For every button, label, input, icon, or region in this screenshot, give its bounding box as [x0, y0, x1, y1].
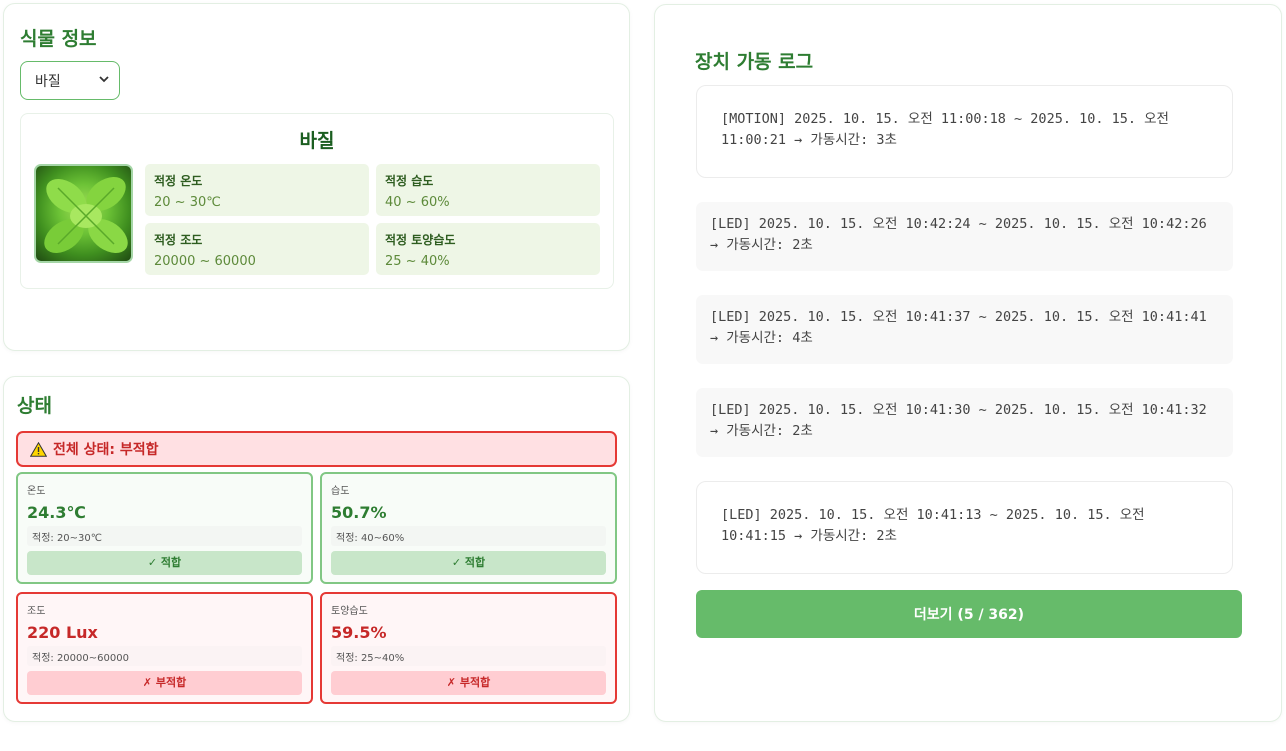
range-value: 20 ~ 30℃ [154, 195, 221, 210]
range-soil-moisture: 적정 토양습도 25 ~ 40% [376, 223, 600, 275]
plant-info-panel: 식물 정보 바질 바질 적정 온도 20 ~ 30℃ 적정 습도 40 ~ 60… [3, 3, 630, 351]
sensor-card-light: 조도 220 Lux 적정: 20000~60000 ✗ 부적합 [16, 592, 313, 704]
sensor-label: 토양습도 [331, 606, 368, 617]
chevron-down-icon [99, 75, 109, 86]
range-label: 적정 온도 [154, 174, 203, 188]
log-entry: [LED] 2025. 10. 15. 오전 10:41:30 ~ 2025. … [696, 388, 1233, 457]
range-value: 40 ~ 60% [385, 195, 450, 210]
sensor-label: 습도 [331, 486, 350, 497]
range-temperature: 적정 온도 20 ~ 30℃ [145, 164, 369, 216]
sensor-value: 220 Lux [27, 623, 98, 642]
overall-status-text: 전체 상태: 부적합 [53, 442, 159, 458]
plant-image [34, 164, 133, 263]
range-label: 적정 습도 [385, 174, 434, 188]
sensor-label: 온도 [27, 486, 46, 497]
sensor-range: 적정: 25~40% [331, 646, 606, 666]
status-panel: 상태 전체 상태: 부적합 온도 24.3℃ 적정: 20~30℃ ✓ 적합 습… [3, 376, 630, 722]
sensor-status-badge: ✓ 적합 [331, 551, 606, 575]
log-entry: [LED] 2025. 10. 15. 오전 10:41:13 ~ 2025. … [696, 481, 1233, 574]
sensor-range: 적정: 40~60% [331, 526, 606, 546]
range-value: 25 ~ 40% [385, 254, 450, 269]
sensor-value: 50.7% [331, 503, 387, 522]
overall-status-banner: 전체 상태: 부적합 [16, 431, 617, 467]
sensor-value: 24.3℃ [27, 503, 86, 522]
range-label: 적정 토양습도 [385, 233, 456, 247]
sensor-label: 조도 [27, 606, 46, 617]
log-entry: [LED] 2025. 10. 15. 오전 10:42:24 ~ 2025. … [696, 202, 1233, 271]
plant-card: 바질 적정 온도 20 ~ 30℃ 적정 습도 40 ~ 60% 적정 조도 2… [20, 113, 614, 289]
range-light: 적정 조도 20000 ~ 60000 [145, 223, 369, 275]
plant-select-value: 바질 [35, 73, 61, 90]
log-entry: [MOTION] 2025. 10. 15. 오전 11:00:18 ~ 202… [696, 85, 1233, 178]
status-title: 상태 [17, 395, 52, 417]
device-log-panel: 장치 가동 로그 [MOTION] 2025. 10. 15. 오전 11:00… [654, 4, 1282, 722]
sensor-range: 적정: 20000~60000 [27, 646, 302, 666]
sensor-value: 59.5% [331, 623, 387, 642]
warning-icon [29, 441, 48, 457]
plant-name: 바질 [299, 130, 335, 152]
sensor-status-badge: ✗ 부적합 [27, 671, 302, 695]
sensor-status-badge: ✓ 적합 [27, 551, 302, 575]
load-more-button[interactable]: 더보기 (5 / 362) [696, 590, 1242, 638]
sensor-card-temperature: 온도 24.3℃ 적정: 20~30℃ ✓ 적합 [16, 472, 313, 584]
plant-info-title: 식물 정보 [20, 28, 97, 50]
sensor-card-humidity: 습도 50.7% 적정: 40~60% ✓ 적합 [320, 472, 617, 584]
sensor-status-badge: ✗ 부적합 [331, 671, 606, 695]
device-log-title: 장치 가동 로그 [695, 51, 814, 73]
range-label: 적정 조도 [154, 233, 203, 247]
range-value: 20000 ~ 60000 [154, 254, 256, 269]
plant-select[interactable]: 바질 [20, 61, 120, 100]
range-humidity: 적정 습도 40 ~ 60% [376, 164, 600, 216]
sensor-card-soil-moisture: 토양습도 59.5% 적정: 25~40% ✗ 부적합 [320, 592, 617, 704]
sensor-range: 적정: 20~30℃ [27, 526, 302, 546]
log-entry: [LED] 2025. 10. 15. 오전 10:41:37 ~ 2025. … [696, 295, 1233, 364]
